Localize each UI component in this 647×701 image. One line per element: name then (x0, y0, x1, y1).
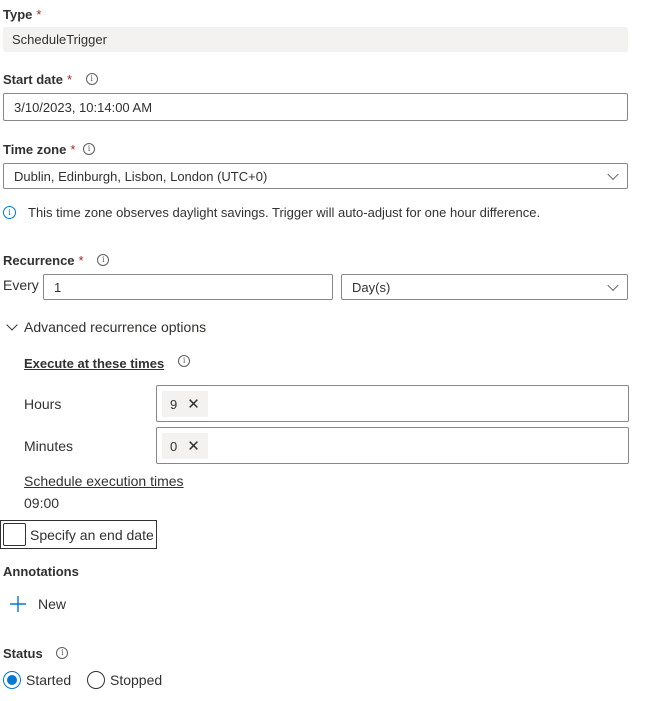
info-icon[interactable]: i (56, 647, 69, 659)
required-marker: * (36, 7, 42, 22)
time-zone-note: i This time zone observes daylight savin… (3, 205, 540, 220)
minutes-chip: 0 ✕ (162, 433, 208, 459)
required-marker: * (78, 253, 84, 268)
close-icon[interactable]: ✕ (187, 439, 200, 454)
chevron-down-icon (607, 279, 619, 292)
info-icon[interactable]: i (97, 254, 110, 266)
add-annotation-button[interactable]: New (9, 595, 66, 613)
recurrence-interval-value: 1 (54, 279, 62, 295)
every-label: Every (3, 277, 39, 293)
radio-selected-icon[interactable] (3, 671, 21, 689)
schedule-execution-times-label: Schedule execution times (24, 473, 184, 489)
recurrence-interval-input[interactable]: 1 (43, 274, 333, 300)
info-icon[interactable]: i (83, 143, 96, 155)
time-zone-note-text: This time zone observes daylight savings… (28, 205, 541, 220)
radio-unselected-icon[interactable] (87, 671, 105, 689)
schedule-execution-times-value: 09:00 (24, 495, 60, 511)
recurrence-label: Recurrence * i (3, 253, 110, 268)
execute-times-label: Execute at these times (24, 356, 165, 371)
annotations-label: Annotations (3, 564, 79, 579)
recurrence-unit-dropdown[interactable]: Day(s) (341, 274, 628, 300)
hours-chip-value: 9 (170, 396, 178, 412)
advanced-recurrence-toggle[interactable]: Advanced recurrence options (3, 319, 206, 335)
status-radio-stopped[interactable]: Stopped (87, 671, 162, 689)
end-date-checkbox-container[interactable]: Specify an end date (0, 520, 157, 549)
start-date-label: Start date * i (3, 72, 98, 87)
status-label-text: Status (3, 646, 43, 661)
type-value: ScheduleTrigger (12, 32, 107, 47)
status-radio-started[interactable]: Started (3, 671, 71, 689)
required-marker: * (66, 72, 73, 87)
hours-tag-input[interactable]: 9 ✕ (156, 385, 629, 422)
info-icon[interactable]: i (85, 73, 98, 85)
plus-icon (10, 596, 26, 612)
hours-label: Hours (24, 396, 62, 412)
minutes-tag-input[interactable]: 0 ✕ (156, 427, 629, 464)
info-icon: i (3, 206, 16, 219)
info-icon[interactable]: i (178, 354, 191, 367)
add-annotation-label: New (38, 596, 67, 612)
type-field: ScheduleTrigger (3, 27, 628, 52)
time-zone-label-text: Time zone (3, 142, 67, 157)
hours-chip: 9 ✕ (162, 391, 208, 417)
minutes-label: Minutes (24, 438, 74, 454)
time-zone-dropdown[interactable]: Dublin, Edinburgh, Lisbon, London (UTC+0… (3, 163, 628, 189)
close-icon[interactable]: ✕ (187, 397, 200, 412)
advanced-recurrence-label: Advanced recurrence options (24, 319, 207, 335)
required-marker: * (70, 142, 76, 157)
time-zone-value: Dublin, Edinburgh, Lisbon, London (UTC+0… (14, 168, 268, 184)
end-date-checkbox-label: Specify an end date (30, 526, 154, 543)
recurrence-label-text: Recurrence (3, 253, 75, 268)
type-label-text: Type (3, 7, 33, 22)
minutes-chip-value: 0 (170, 438, 178, 454)
status-started-label: Started (26, 672, 72, 688)
type-label: Type * (3, 7, 41, 22)
status-stopped-label: Stopped (110, 672, 163, 688)
chevron-down-icon (607, 168, 619, 181)
chevron-down-icon (6, 319, 18, 331)
time-zone-label: Time zone * i (3, 142, 96, 157)
execute-times-header: Execute at these times i (24, 354, 191, 371)
start-date-input[interactable]: 3/10/2023, 10:14:00 AM (3, 93, 628, 121)
status-label: Status i (3, 646, 69, 661)
start-date-label-text: Start date (3, 72, 63, 87)
recurrence-unit-value: Day(s) (352, 279, 391, 295)
start-date-value: 3/10/2023, 10:14:00 AM (14, 99, 153, 115)
end-date-checkbox[interactable] (3, 523, 26, 546)
